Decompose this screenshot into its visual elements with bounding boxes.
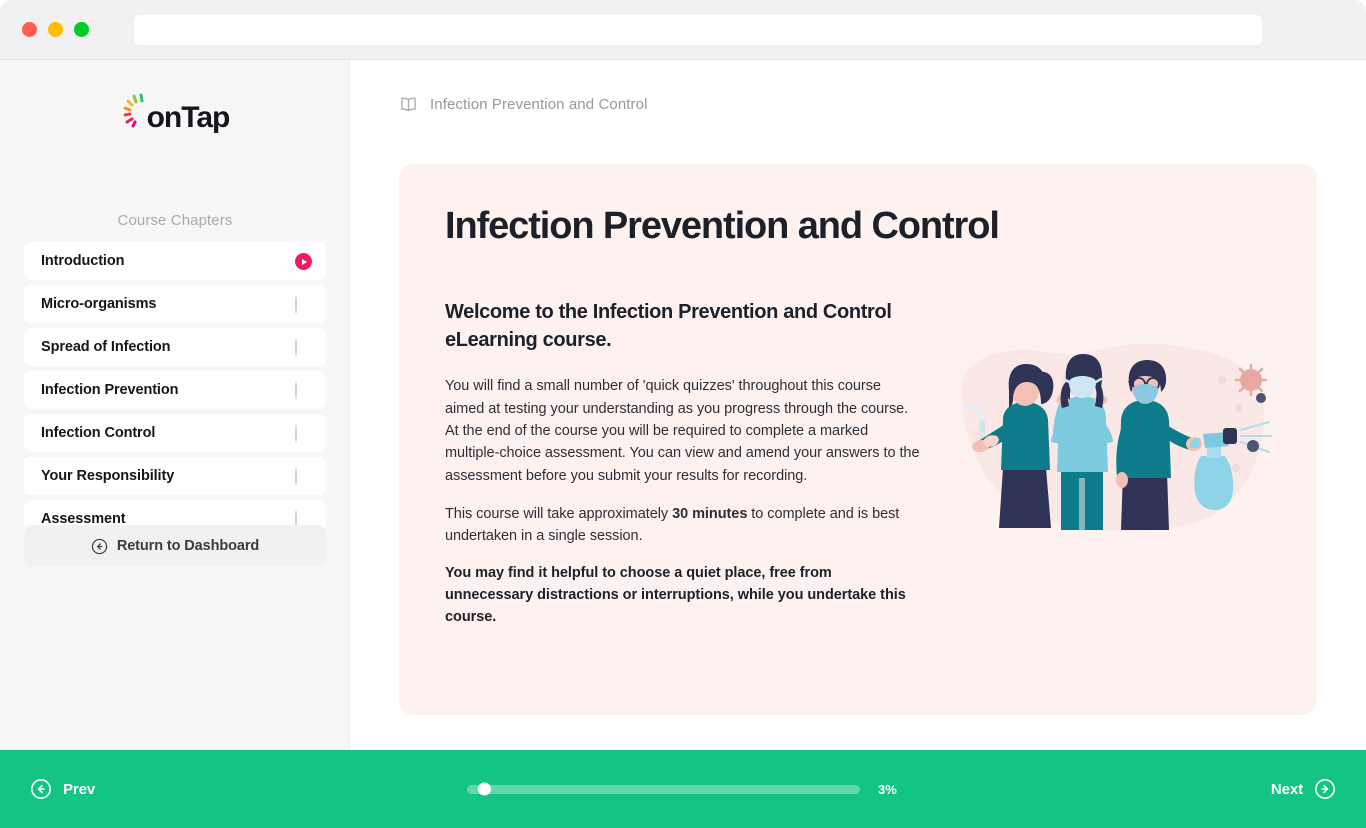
hero-paragraph-2: This course will take approximately 30 m… [445, 503, 920, 548]
logo-text: onTap [146, 101, 231, 134]
app-logo[interactable]: onTap [0, 88, 350, 136]
chapter-status-play-icon[interactable] [295, 253, 312, 270]
hero-p2-duration: 30 minutes [672, 505, 748, 522]
chapter-item[interactable]: Infection Control [24, 414, 326, 452]
chapter-label: Introduction [41, 253, 125, 269]
chapter-label: Spread of Infection [41, 339, 171, 355]
chapter-status-incomplete-icon[interactable] [295, 467, 311, 486]
course-navigation-bar: Prev 3% Next [0, 750, 1366, 828]
virus-icon [1234, 363, 1268, 397]
minimize-window-button[interactable] [48, 22, 63, 37]
chapter-label: Micro-organisms [41, 296, 157, 312]
maximize-window-button[interactable] [74, 22, 89, 37]
close-window-button[interactable] [22, 22, 37, 37]
chapter-label: Infection Prevention [41, 382, 179, 398]
progress-bar[interactable] [467, 782, 860, 796]
open-book-icon [401, 97, 416, 112]
arrow-left-circle-icon [31, 779, 51, 799]
hero-paragraph-1: You will find a small number of 'quick q… [445, 378, 920, 484]
hero-card: Infection Prevention and Control Welcome… [399, 164, 1317, 715]
chapter-item[interactable]: Spread of Infection [24, 328, 326, 366]
hero-subtitle: Welcome to the Infection Prevention and … [445, 301, 892, 351]
breadcrumb[interactable]: Infection Prevention and Control [398, 94, 648, 115]
main-content: Infection Prevention and Control Infecti… [350, 60, 1366, 750]
chapter-label: Your Responsibility [41, 468, 175, 484]
hero-p2-text-a: This course will take approximately [445, 505, 673, 522]
return-to-dashboard-button[interactable]: Return to Dashboard [24, 525, 326, 567]
prev-button-label: Prev [63, 780, 96, 798]
browser-chrome [0, 0, 1366, 60]
chapter-label: Infection Control [41, 425, 156, 441]
chapter-status-incomplete-icon[interactable] [295, 381, 311, 400]
return-to-dashboard-label: Return to Dashboard [116, 538, 260, 554]
progress-knob[interactable] [478, 782, 492, 796]
progress-percent-label: 3% [878, 781, 897, 797]
page-title: Infection Prevention and Control [445, 205, 1000, 247]
breadcrumb-label: Infection Prevention and Control [430, 96, 648, 113]
infection-prevention-people-illustration [951, 338, 1281, 538]
hero-paragraph-3: You may find it helpful to choose a quie… [445, 565, 906, 625]
prev-button[interactable]: Prev [30, 778, 95, 800]
hero-body: Welcome to the Infection Prevention and … [445, 299, 920, 629]
next-button-label: Next [1270, 780, 1303, 798]
chapter-item[interactable]: Introduction [24, 242, 326, 280]
app-shell: onTap Course Chapters Introduction Micro-… [0, 60, 1366, 750]
arrow-left-circle-icon [91, 538, 108, 554]
next-button[interactable]: Next [1271, 778, 1336, 800]
sidebar-section-title: Course Chapters [117, 212, 233, 229]
chapter-status-incomplete-icon[interactable] [295, 338, 311, 357]
chapter-status-incomplete-icon[interactable] [295, 424, 311, 443]
arrow-right-circle-icon [1315, 779, 1335, 799]
sidebar: onTap Course Chapters Introduction Micro-… [0, 60, 350, 750]
chapter-status-incomplete-icon[interactable] [295, 295, 311, 314]
chapter-item[interactable]: Infection Prevention [24, 371, 326, 409]
chapter-item[interactable]: Your Responsibility [24, 457, 326, 495]
window-traffic-lights [22, 22, 89, 37]
chapter-list: Introduction Micro-organisms Spread of Inf… [24, 242, 326, 543]
url-input[interactable] [134, 15, 1262, 45]
chapter-item[interactable]: Micro-organisms [24, 285, 326, 323]
course-progress: 3% [467, 782, 897, 797]
